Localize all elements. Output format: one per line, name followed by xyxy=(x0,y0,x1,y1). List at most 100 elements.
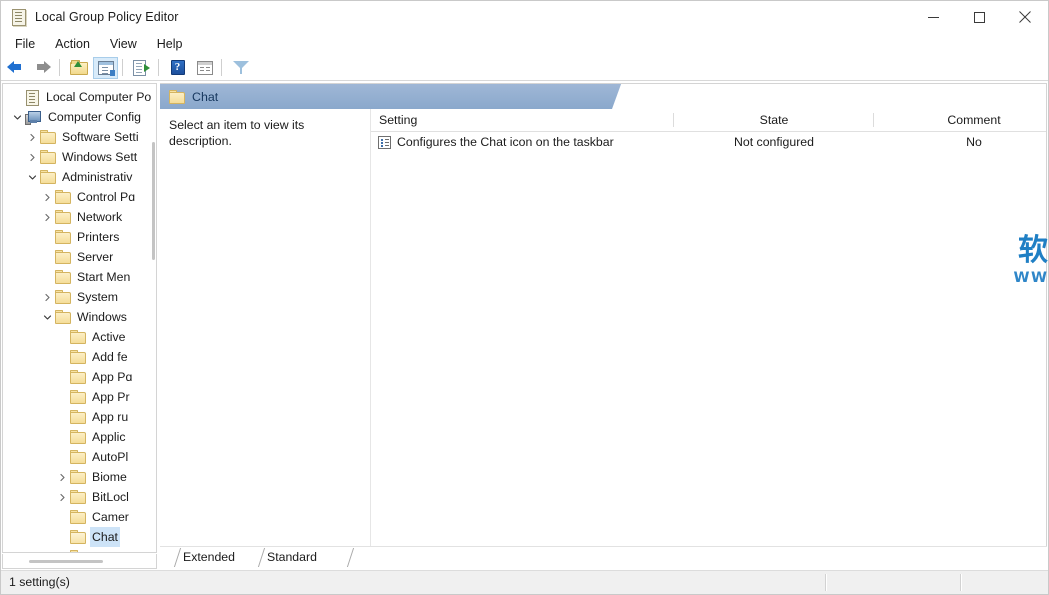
tree-item-bitlocl[interactable]: BitLocl xyxy=(3,487,151,507)
tree-item-label: Windows Sett xyxy=(62,150,138,164)
tree-item-label: Start Men xyxy=(77,270,131,284)
tree-item-active[interactable]: Active xyxy=(3,327,151,347)
column-header-comment[interactable]: Comment xyxy=(874,109,1049,131)
tree-item-control-p[interactable]: Control Pɑ xyxy=(3,187,151,207)
watermark-url-text: WWW.RJZXW.COM xyxy=(1013,270,1049,286)
tree-item-windows[interactable]: Windows xyxy=(3,307,151,327)
close-icon[interactable] xyxy=(1002,1,1048,33)
tree-item-computer-config[interactable]: Computer Config xyxy=(3,107,151,127)
menu-file[interactable]: File xyxy=(6,35,44,53)
tree-vertical-scrollbar-thumb[interactable] xyxy=(152,142,155,260)
column-header-setting[interactable]: Setting xyxy=(371,109,674,131)
minimize-icon[interactable] xyxy=(910,1,956,33)
tree-item-label: Active xyxy=(92,330,126,344)
tree-item-biome[interactable]: Biome xyxy=(3,467,151,487)
folder-icon xyxy=(55,190,71,204)
details-pane: Chat Select an item to view its descript… xyxy=(160,83,1049,569)
window-controls xyxy=(910,1,1048,33)
chevron-right-icon[interactable] xyxy=(24,147,40,167)
table-row[interactable]: Configures the Chat icon on the taskbar … xyxy=(371,131,1046,153)
chevron-down-icon[interactable] xyxy=(9,107,25,127)
folder-icon xyxy=(70,490,86,504)
menu-bar: File Action View Help xyxy=(1,33,1048,55)
description-placeholder: Select an item to view its description. xyxy=(169,118,305,148)
setting-icon xyxy=(378,135,391,149)
tree-item-printers[interactable]: Printers xyxy=(3,227,151,247)
tree-item-label: BitLocl xyxy=(92,490,129,504)
tree-item-app-ru[interactable]: App ru xyxy=(3,407,151,427)
chevron-down-icon[interactable] xyxy=(24,167,40,187)
tree-expander-placeholder xyxy=(54,387,70,407)
menu-action[interactable]: Action xyxy=(46,35,99,53)
folder-icon xyxy=(55,230,71,244)
toolbar-separator xyxy=(158,59,159,76)
tree-vertical-scrollbar[interactable] xyxy=(151,84,156,552)
export-list-button[interactable] xyxy=(129,57,154,79)
back-button[interactable] xyxy=(3,57,28,79)
tree-item-applic[interactable]: Applic xyxy=(3,427,151,447)
chevron-down-icon[interactable] xyxy=(39,307,55,327)
up-one-level-button[interactable] xyxy=(66,57,91,79)
tree-item-app-pr[interactable]: App Pr xyxy=(3,387,151,407)
watermark: 软件自学网 WWW.RJZXW.COM xyxy=(371,109,1049,568)
filter-button[interactable] xyxy=(228,57,253,79)
tree-item-system[interactable]: System xyxy=(3,287,151,307)
chevron-right-icon[interactable] xyxy=(24,127,40,147)
toolbar-separator xyxy=(122,59,123,76)
tree-item-administrativ[interactable]: Administrativ xyxy=(3,167,151,187)
tree-item-autopl[interactable]: AutoPl xyxy=(3,447,151,467)
tree-item-label: Chat xyxy=(90,527,120,547)
tree-item-windows-sett[interactable]: Windows Sett xyxy=(3,147,151,167)
folder-icon xyxy=(55,290,71,304)
tree-expander-placeholder xyxy=(54,427,70,447)
tree-item-server[interactable]: Server xyxy=(3,247,151,267)
tree-item-label: Cloud xyxy=(90,547,126,552)
cell-comment: No xyxy=(966,135,982,149)
pane-header-cover xyxy=(630,84,1046,109)
tree-expander-placeholder xyxy=(54,327,70,347)
tree-item-chat[interactable]: Chat xyxy=(3,527,151,547)
tree-expander-placeholder xyxy=(54,547,70,552)
tree-item-label: Applic xyxy=(92,430,126,444)
chevron-right-icon[interactable] xyxy=(39,207,55,227)
tree-item-app-p[interactable]: App Pɑ xyxy=(3,367,151,387)
chevron-right-icon[interactable] xyxy=(54,467,70,487)
chevron-right-icon[interactable] xyxy=(54,487,70,507)
tree-item-cloud[interactable]: Cloud xyxy=(3,547,151,552)
status-bar-divider xyxy=(960,574,962,591)
folder-icon xyxy=(55,270,71,284)
chevron-right-icon[interactable] xyxy=(39,287,55,307)
tree-item-camer[interactable]: Camer xyxy=(3,507,151,527)
tree-item-local-computer-polic[interactable]: Local Computer Polic xyxy=(3,87,151,107)
tab-standard-label: Standard xyxy=(267,550,317,564)
tree-horizontal-scrollbar-thumb[interactable] xyxy=(29,560,103,563)
description-column: Select an item to view its description. xyxy=(160,109,371,568)
column-header-state[interactable]: State xyxy=(674,109,874,131)
maximize-icon[interactable] xyxy=(956,1,1002,33)
tree-item-start-men[interactable]: Start Men xyxy=(3,267,151,287)
tab-extended-label: Extended xyxy=(183,550,235,564)
forward-button[interactable] xyxy=(30,57,55,79)
help-icon: ? xyxy=(170,60,185,75)
console-tree: Local Computer Polic Computer Config Softw… xyxy=(3,84,151,552)
window-title: Local Group Policy Editor xyxy=(35,10,179,24)
show-hide-console-tree-button[interactable] xyxy=(93,56,118,79)
tree-item-label: Network xyxy=(77,210,123,224)
tree-item-software-setti[interactable]: Software Setti xyxy=(3,127,151,147)
help-button[interactable]: ? xyxy=(165,57,190,79)
tree-item-network[interactable]: Network xyxy=(3,207,151,227)
pane-header: Chat xyxy=(160,84,1046,109)
list-column-headers: Setting State Comment xyxy=(371,109,1046,132)
folder-icon xyxy=(55,250,71,264)
properties-button[interactable] xyxy=(192,57,217,79)
tree-expander-placeholder xyxy=(54,507,70,527)
menu-help[interactable]: Help xyxy=(148,35,192,53)
tree-item-add-fe[interactable]: Add fe xyxy=(3,347,151,367)
status-bar-text: 1 setting(s) xyxy=(9,575,70,589)
menu-view[interactable]: View xyxy=(101,35,146,53)
chevron-right-icon[interactable] xyxy=(39,187,55,207)
tree-horizontal-scrollbar[interactable] xyxy=(2,554,157,569)
